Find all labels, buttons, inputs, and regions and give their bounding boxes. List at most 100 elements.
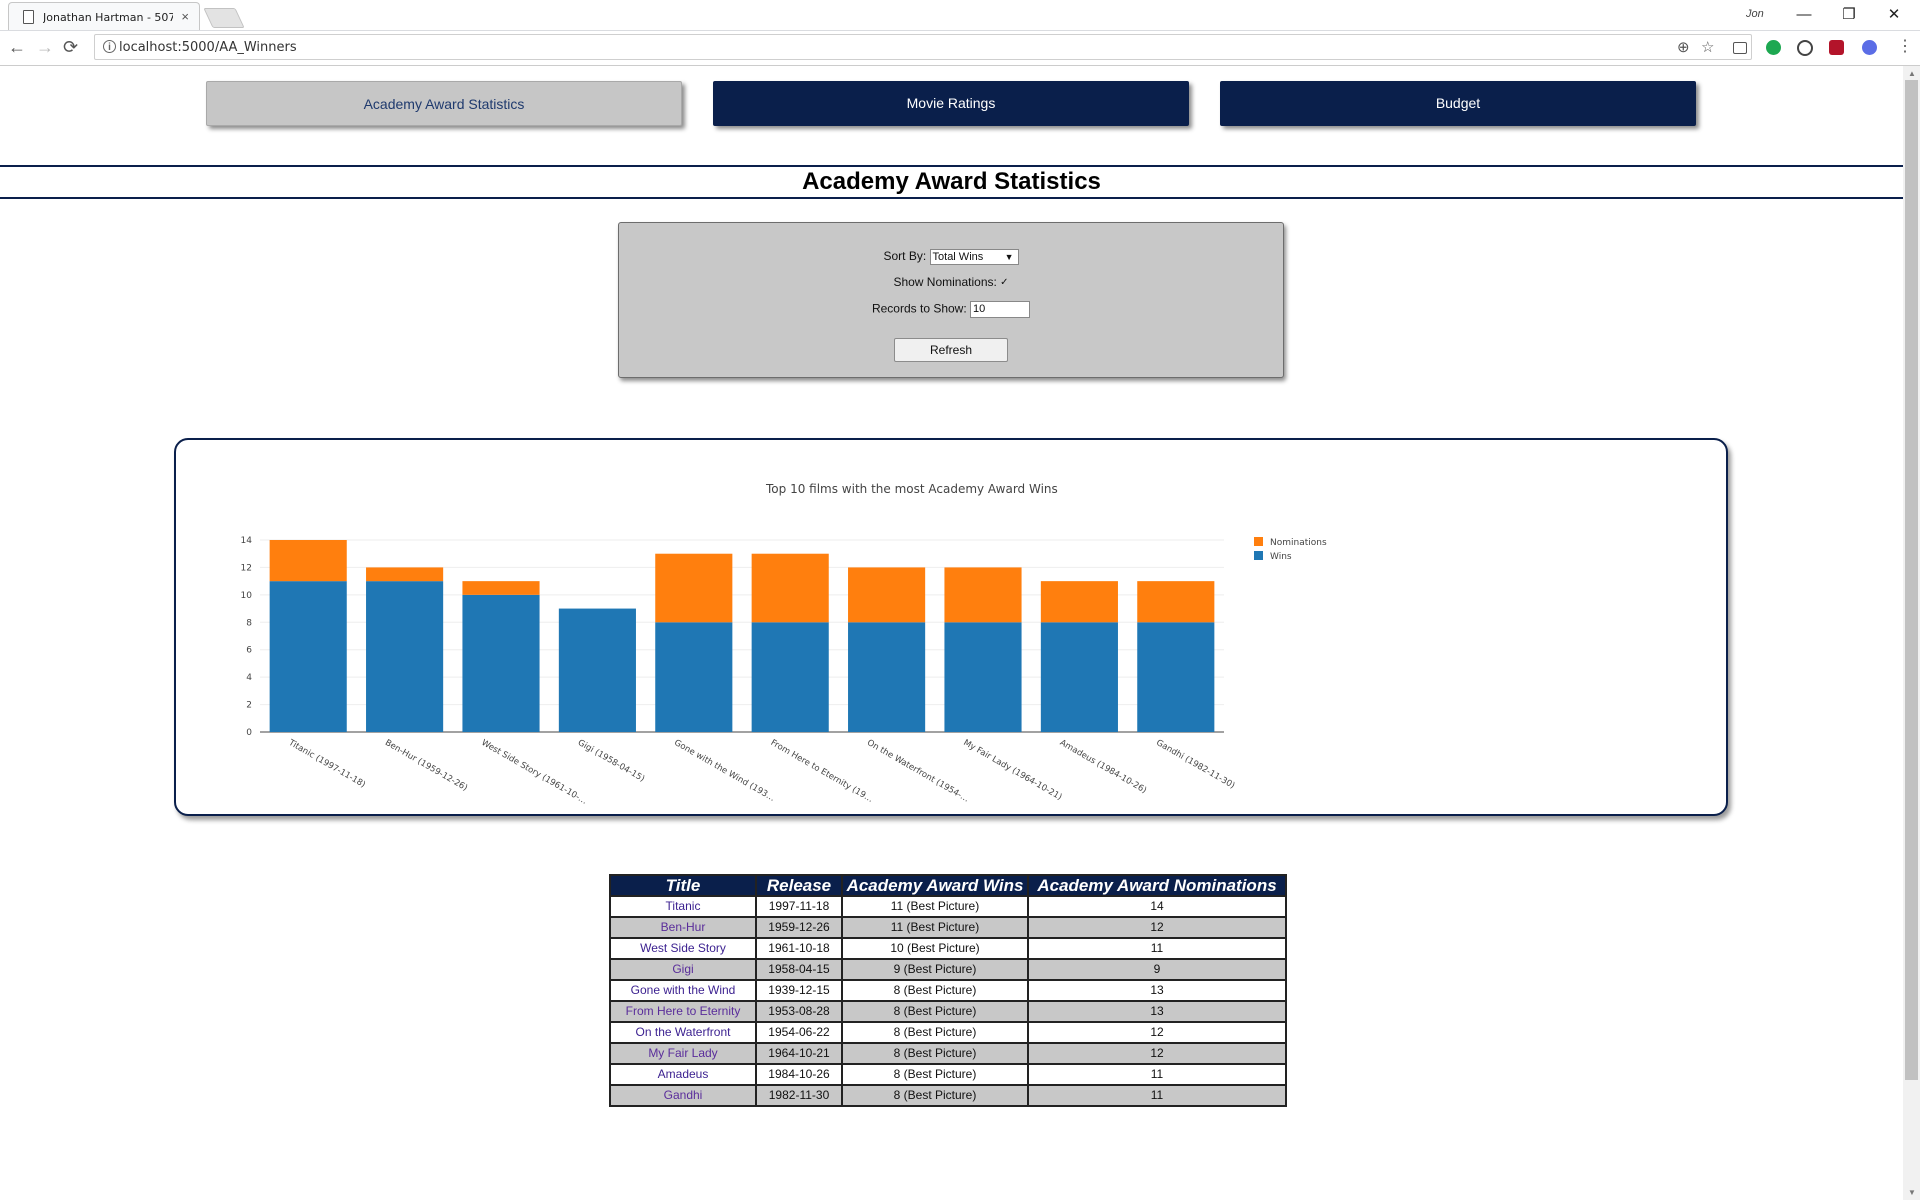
header-nominations: Academy Award Nominations [1029, 876, 1285, 895]
chevron-down-icon: ▼ [1004, 252, 1014, 262]
refresh-row: Refresh [619, 338, 1283, 362]
sort-value: Total Wins [932, 251, 984, 263]
zoom-icon[interactable]: ⊕ [1677, 38, 1690, 56]
nav-academy-award-statistics[interactable]: Academy Award Statistics [206, 81, 682, 126]
nominations-bar [1137, 581, 1215, 623]
nominations-cell: 13 [1029, 981, 1285, 1000]
wins-bar [848, 622, 926, 732]
page-scrollbar[interactable]: ▲ ▼ [1903, 66, 1920, 1200]
title-link[interactable]: Gone with the Wind [611, 981, 755, 1000]
title-link[interactable]: Gandhi [611, 1086, 755, 1105]
wins-bar [558, 608, 636, 732]
scroll-down-icon[interactable]: ▼ [1908, 1188, 1916, 1197]
wins-cell: 9 (Best Picture) [843, 960, 1027, 979]
scroll-thumb[interactable] [1905, 80, 1918, 1080]
wins-cell: 8 (Best Picture) [843, 1023, 1027, 1042]
nominations-cell: 14 [1029, 897, 1285, 916]
tab-close-icon[interactable]: × [181, 9, 189, 24]
nominations-cell: 11 [1029, 939, 1285, 958]
title-link[interactable]: Ben-Hur [611, 918, 755, 937]
forward-icon[interactable]: → [36, 37, 54, 57]
scroll-up-icon[interactable]: ▲ [1908, 69, 1916, 78]
release-cell: 1982-11-30 [757, 1086, 841, 1105]
award-chart: Top 10 films with the most Academy Award… [241, 482, 1327, 807]
table-row: Gigi 1958-04-15 9 (Best Picture) 9 [611, 960, 1285, 979]
minimize-button[interactable]: — [1784, 4, 1824, 26]
chart-title: Top 10 films with the most Academy Award… [765, 482, 1058, 496]
release-cell: 1984-10-26 [757, 1065, 841, 1084]
release-cell: 1958-04-15 [757, 960, 841, 979]
table-row: From Here to Eternity 1953-08-28 8 (Best… [611, 1002, 1285, 1021]
legend-swatch [1254, 551, 1263, 560]
extension-purple-icon[interactable] [1862, 40, 1877, 55]
y-tick-label: 10 [241, 591, 253, 601]
table-row: West Side Story 1961-10-18 10 (Best Pict… [611, 939, 1285, 958]
nominations-bar [269, 540, 347, 582]
wins-cell: 8 (Best Picture) [843, 1065, 1027, 1084]
sort-select[interactable]: Total Wins ▼ [929, 249, 1019, 265]
info-icon[interactable]: i [103, 40, 116, 53]
release-cell: 1959-12-26 [757, 918, 841, 937]
nominations-bar [848, 567, 926, 623]
x-tick-label: Amadeus (1984-10-26) [1058, 738, 1148, 796]
awards-table: Title Release Academy Award Wins Academy… [609, 874, 1287, 1107]
title-link[interactable]: My Fair Lady [611, 1044, 755, 1063]
header-title: Title [611, 876, 755, 895]
nominations-checkbox[interactable]: ✓ [1000, 277, 1008, 288]
x-tick-label: My Fair Lady (1964-10-21) [962, 738, 1064, 803]
url-text: localhost:5000/AA_Winners [119, 40, 297, 55]
y-tick-label: 4 [246, 673, 252, 683]
wins-bar [462, 594, 540, 732]
table-row: Titanic 1997-11-18 11 (Best Picture) 14 [611, 897, 1285, 916]
title-link[interactable]: Titanic [611, 897, 755, 916]
wins-bar [366, 581, 444, 732]
release-cell: 1939-12-15 [757, 981, 841, 1000]
address-bar[interactable]: i localhost:5000/AA_Winners ⊕ ☆ [94, 34, 1752, 60]
wins-bar [944, 622, 1022, 732]
wins-cell: 11 (Best Picture) [843, 897, 1027, 916]
extension-w-icon[interactable] [1797, 40, 1813, 56]
refresh-button[interactable]: Refresh [894, 338, 1008, 362]
nominations-cell: 12 [1029, 918, 1285, 937]
wins-cell: 8 (Best Picture) [843, 1044, 1027, 1063]
nominations-label: Show Nominations: [893, 275, 997, 289]
restore-button[interactable]: ❐ [1829, 4, 1869, 26]
close-window-button[interactable]: ✕ [1874, 4, 1914, 26]
extension-green-icon[interactable] [1766, 40, 1781, 55]
bookmark-star-icon[interactable]: ☆ [1701, 38, 1714, 56]
nav-budget[interactable]: Budget [1220, 81, 1696, 126]
wins-bar [751, 622, 829, 732]
title-link[interactable]: West Side Story [611, 939, 755, 958]
profile-name[interactable]: Jon [1746, 8, 1764, 20]
nominations-row: Show Nominations: ✓ [619, 275, 1283, 289]
nominations-cell: 13 [1029, 1002, 1285, 1021]
ublock-icon[interactable] [1829, 40, 1844, 55]
new-tab-button[interactable] [203, 8, 245, 28]
title-link[interactable]: On the Waterfront [611, 1023, 755, 1042]
page-icon [23, 10, 34, 24]
nav-movie-ratings[interactable]: Movie Ratings [713, 81, 1189, 126]
nominations-cell: 9 [1029, 960, 1285, 979]
browser-tab[interactable]: Jonathan Hartman - 507 × [8, 2, 200, 30]
cast-icon[interactable] [1733, 42, 1747, 54]
title-link[interactable]: From Here to Eternity [611, 1002, 755, 1021]
records-input[interactable]: 10 [970, 301, 1031, 318]
title-link[interactable]: Amadeus [611, 1065, 755, 1084]
records-row: Records to Show: 10 [619, 301, 1283, 318]
y-tick-label: 14 [241, 536, 253, 546]
menu-icon[interactable]: ⋮ [1897, 37, 1913, 57]
wins-bar [655, 622, 733, 732]
legend-swatch [1254, 537, 1263, 546]
wins-cell: 11 (Best Picture) [843, 918, 1027, 937]
y-tick-label: 0 [246, 728, 252, 738]
browser-toolbar: ← → ⟳ i localhost:5000/AA_Winners ⊕ ☆ ⋮ [0, 31, 1920, 66]
x-tick-label: Titanic (1997-11-18) [286, 737, 367, 790]
table-row: My Fair Lady 1964-10-21 8 (Best Picture)… [611, 1044, 1285, 1063]
nominations-cell: 11 [1029, 1065, 1285, 1084]
title-link[interactable]: Gigi [611, 960, 755, 979]
tab-strip: Jonathan Hartman - 507 × Jon — ❐ ✕ [0, 0, 1920, 31]
back-icon[interactable]: ← [8, 37, 26, 57]
reload-icon[interactable]: ⟳ [63, 37, 78, 57]
wins-cell: 8 (Best Picture) [843, 1002, 1027, 1021]
x-tick-label: Gandhi (1982-11-30) [1154, 738, 1236, 791]
